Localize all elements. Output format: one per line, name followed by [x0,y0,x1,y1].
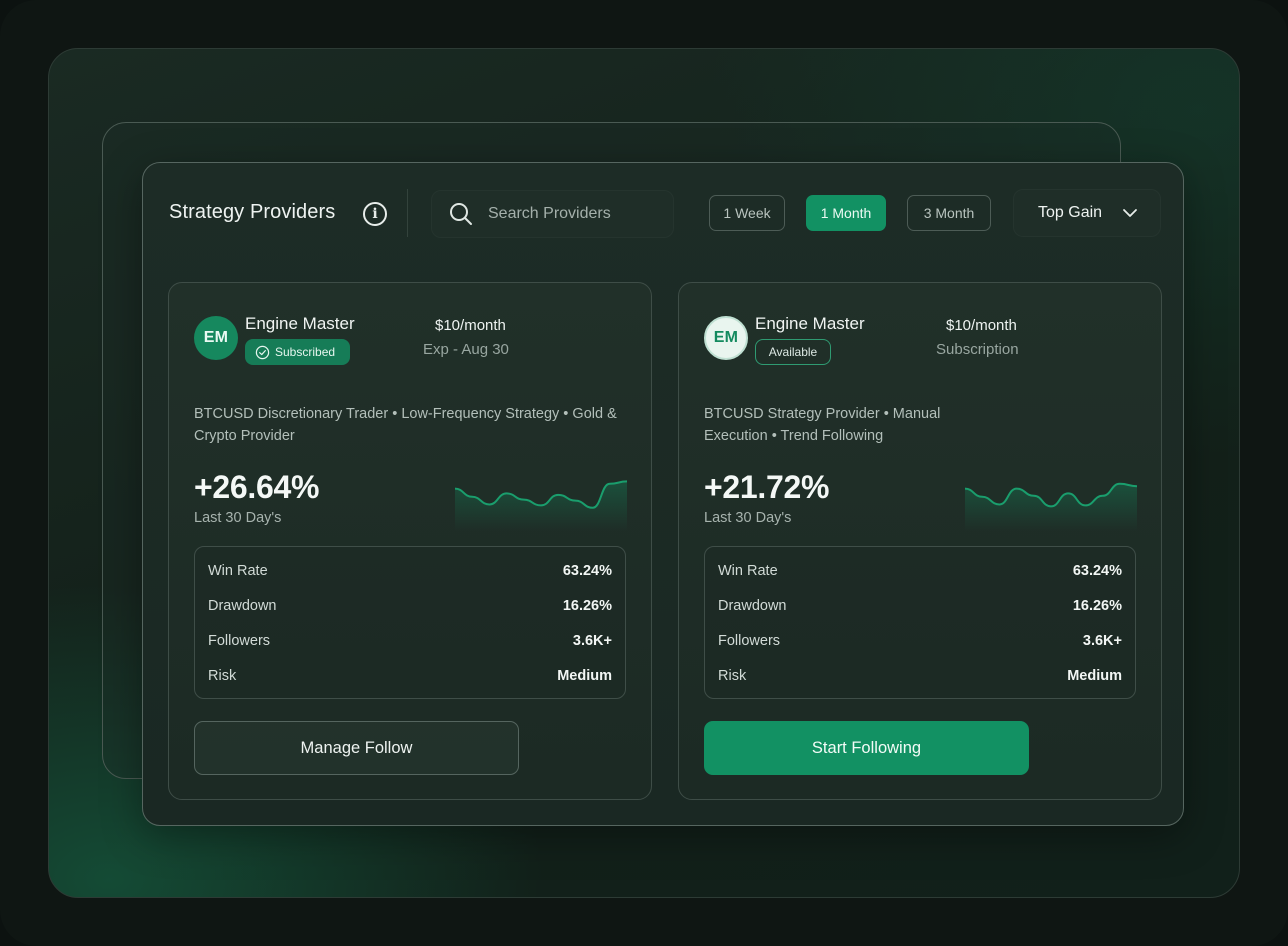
stat-row-win-rate: Win Rate 63.24% [208,553,612,588]
chevron-down-icon [1123,209,1137,217]
status-badge: Available [755,339,831,365]
stat-row-followers: Followers 3.6K+ [718,623,1122,658]
stat-value: 63.24% [1072,562,1122,579]
return-period: Last 30 Day's [704,510,792,526]
info-icon[interactable]: i [363,202,387,226]
header-divider [407,189,408,237]
stat-label: Risk [718,667,747,684]
provider-name: Engine Master [245,314,355,333]
stat-value: 16.26% [1072,597,1122,614]
period-3-month[interactable]: 3 Month [907,195,991,231]
check-circle-icon [255,345,270,359]
manage-follow-button[interactable]: Manage Follow [194,721,519,775]
return-percent: +21.72% [704,469,830,505]
search-input[interactable] [488,205,658,223]
avatar: EM [194,316,238,360]
status-badge-label: Subscribed [275,345,336,359]
period-1-week[interactable]: 1 Week [709,195,785,231]
search-icon [450,203,472,225]
stat-value: Medium [557,667,612,684]
stat-row-risk: Risk Medium [718,658,1122,693]
provider-card: EM Engine Master Available $10/month Sub… [678,282,1162,800]
price: $10/month [435,317,506,334]
stat-row-risk: Risk Medium [208,658,612,693]
search-box[interactable] [431,190,674,238]
stat-value: 16.26% [562,597,612,614]
period-1-month[interactable]: 1 Month [806,195,886,231]
stat-row-drawdown: Drawdown 16.26% [718,588,1122,623]
stat-label: Drawdown [718,597,787,614]
start-following-button[interactable]: Start Following [704,721,1029,775]
sparkline-chart [455,480,627,531]
stat-value: Medium [1067,667,1122,684]
stat-label: Win Rate [718,562,778,579]
panel-header: Strategy Providers i 1 Week 1 Month 3 Mo… [143,163,1183,263]
return-percent: +26.64% [194,469,320,505]
stat-row-drawdown: Drawdown 16.26% [208,588,612,623]
price-subtitle: Subscription [936,341,1019,358]
stats-table: Win Rate 63.24% Drawdown 16.26% Follower… [194,546,626,699]
strategy-providers-panel: Strategy Providers i 1 Week 1 Month 3 Mo… [142,162,1184,826]
sort-label: Top Gain [1038,204,1103,221]
stats-table: Win Rate 63.24% Drawdown 16.26% Follower… [704,546,1136,699]
stat-row-followers: Followers 3.6K+ [208,623,612,658]
return-period: Last 30 Day's [194,510,282,526]
stat-label: Win Rate [208,562,268,579]
provider-description: BTCUSD Discretionary Trader • Low-Freque… [194,406,617,444]
stat-value: 3.6K+ [1082,632,1122,649]
page-title: Strategy Providers [169,201,336,223]
price: $10/month [946,317,1017,334]
sort-dropdown[interactable]: Top Gain [1013,189,1161,237]
sparkline-chart [965,482,1137,531]
stat-value: 63.24% [562,562,612,579]
stat-row-win-rate: Win Rate 63.24% [718,553,1122,588]
provider-name: Engine Master [755,314,865,333]
status-badge: Subscribed [245,339,350,365]
stat-label: Risk [208,667,237,684]
provider-card: EM Engine Master Subscribed $10/month Ex… [168,282,652,800]
stat-value: 3.6K+ [572,632,612,649]
price-subtitle: Exp - Aug 30 [423,341,509,358]
avatar: EM [704,316,748,360]
provider-description: BTCUSD Strategy Provider • Manual Execut… [704,406,941,444]
stat-label: Followers [208,632,271,649]
stat-label: Drawdown [208,597,277,614]
stat-label: Followers [718,632,781,649]
